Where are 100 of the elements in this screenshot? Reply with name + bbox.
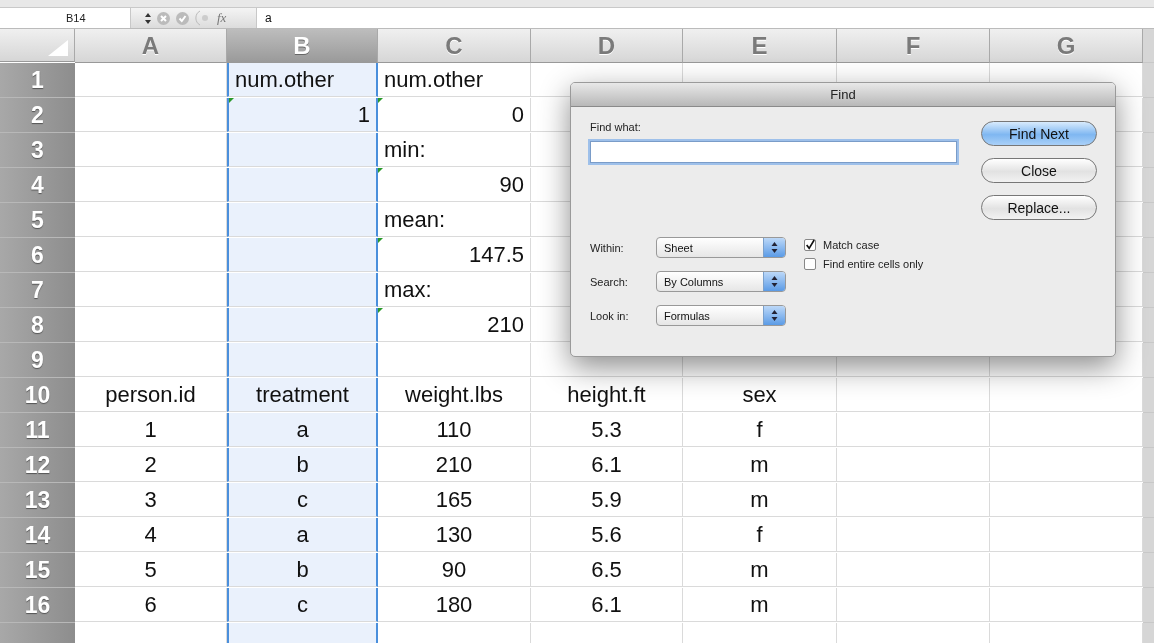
- table-cell: 1: [227, 98, 378, 132]
- table-cell: 165: [378, 483, 531, 517]
- grid-edge: [1143, 448, 1154, 483]
- checkbox-option[interactable]: Match case: [804, 239, 924, 251]
- grid-edge: [1143, 483, 1154, 518]
- grid-edge: [1143, 29, 1154, 63]
- column-header[interactable]: A: [75, 29, 227, 63]
- table-cell: 110: [378, 413, 531, 447]
- table-cell: num.other: [378, 63, 531, 97]
- row-header[interactable]: 14: [0, 518, 75, 553]
- function-button[interactable]: fx: [217, 10, 227, 26]
- table-cell: 5: [75, 553, 227, 587]
- table-cell: weight.lbs: [378, 378, 531, 412]
- table-cell: min:: [378, 133, 531, 167]
- option-select[interactable]: By Columns: [656, 271, 786, 292]
- dialog-button[interactable]: Close: [981, 158, 1097, 183]
- table-cell: mean:: [378, 203, 531, 237]
- grid-edge: [1143, 63, 1154, 98]
- row-header[interactable]: 10: [0, 378, 75, 413]
- table-cell: f: [683, 413, 837, 447]
- column-header[interactable]: B: [227, 29, 378, 63]
- table-cell: 210: [378, 448, 531, 482]
- table-cell: 5.3: [531, 413, 683, 447]
- table-cell: 90: [378, 553, 531, 587]
- column-header[interactable]: G: [990, 29, 1143, 63]
- table-cell: a: [227, 518, 378, 552]
- find-what-label: Find what:: [590, 121, 642, 133]
- table-cell: 6.1: [531, 448, 683, 482]
- find-what-field[interactable]: [590, 141, 957, 163]
- stepper-icon[interactable]: [145, 12, 151, 24]
- stepper-icon: [763, 272, 785, 291]
- table-cell: height.ft: [531, 378, 683, 412]
- table-cell: 147.5: [378, 238, 531, 272]
- column-header[interactable]: E: [683, 29, 837, 63]
- row-header[interactable]: 2: [0, 98, 75, 133]
- equals-icon[interactable]: [195, 10, 211, 26]
- table-cell: person.id: [75, 378, 227, 412]
- grid-edge: [1143, 343, 1154, 378]
- row-header[interactable]: 5: [0, 203, 75, 238]
- table-cell: m: [683, 553, 837, 587]
- stepper-icon: [763, 238, 785, 257]
- table-cell: 180: [378, 588, 531, 622]
- table-cell: 6: [75, 588, 227, 622]
- row-header[interactable]: 3: [0, 133, 75, 168]
- row-header[interactable]: 11: [0, 413, 75, 448]
- row-header[interactable]: 1: [0, 63, 75, 98]
- table-cell: c: [227, 483, 378, 517]
- table-cell: treatment: [227, 378, 378, 412]
- table-cell: 210: [378, 308, 531, 342]
- column-header[interactable]: F: [837, 29, 990, 63]
- grid-edge: [1143, 133, 1154, 168]
- option-label: Search:: [590, 275, 629, 288]
- grid-edge: [1143, 518, 1154, 553]
- checkbox-option[interactable]: Find entire cells only: [804, 258, 924, 270]
- dialog-button[interactable]: Find Next: [981, 121, 1097, 146]
- row-header[interactable]: 15: [0, 553, 75, 588]
- option-select[interactable]: Formulas: [656, 305, 786, 326]
- grid-edge: [1143, 168, 1154, 203]
- column-header[interactable]: C: [378, 29, 531, 63]
- row-header[interactable]: 12: [0, 448, 75, 483]
- table-cell: 1: [75, 413, 227, 447]
- row-header[interactable]: 8: [0, 308, 75, 343]
- table-cell: 6.5: [531, 553, 683, 587]
- table-cell: sex: [683, 378, 837, 412]
- option-label: Within:: [590, 241, 625, 254]
- table-cell: m: [683, 448, 837, 482]
- checkbox[interactable]: [804, 239, 816, 251]
- table-cell: 0: [378, 98, 531, 132]
- row-header[interactable]: 7: [0, 273, 75, 308]
- table-cell: b: [227, 448, 378, 482]
- table-cell: 2: [75, 448, 227, 482]
- row-header[interactable]: 6: [0, 238, 75, 273]
- table-cell: m: [683, 588, 837, 622]
- table-cell: m: [683, 483, 837, 517]
- confirm-icon[interactable]: [176, 11, 189, 25]
- row-header[interactable]: 13: [0, 483, 75, 518]
- checkbox[interactable]: [804, 258, 816, 270]
- option-select[interactable]: Sheet: [656, 237, 786, 258]
- grid-edge: [1143, 238, 1154, 273]
- dialog-button[interactable]: Replace...: [981, 195, 1097, 220]
- row-header[interactable]: 16: [0, 588, 75, 623]
- cancel-icon[interactable]: [157, 11, 170, 25]
- grid-edge: [1143, 203, 1154, 238]
- row-header[interactable]: 9: [0, 343, 75, 378]
- grid-edge: [1143, 553, 1154, 588]
- grid-edge: [1143, 273, 1154, 308]
- table-cell: b: [227, 553, 378, 587]
- grid-edge: [1143, 308, 1154, 343]
- name-box[interactable]: B14: [0, 12, 130, 24]
- column-header[interactable]: D: [531, 29, 683, 63]
- table-cell: num.other: [227, 63, 378, 97]
- select-all-corner[interactable]: [0, 29, 75, 62]
- table-cell: f: [683, 518, 837, 552]
- row-header[interactable]: 4: [0, 168, 75, 203]
- dialog-title: Find: [571, 83, 1115, 107]
- stepper-icon: [763, 306, 785, 325]
- table-cell: 130: [378, 518, 531, 552]
- table-cell: 90: [378, 168, 531, 202]
- formula-field[interactable]: a: [257, 11, 272, 25]
- table-cell: 6.1: [531, 588, 683, 622]
